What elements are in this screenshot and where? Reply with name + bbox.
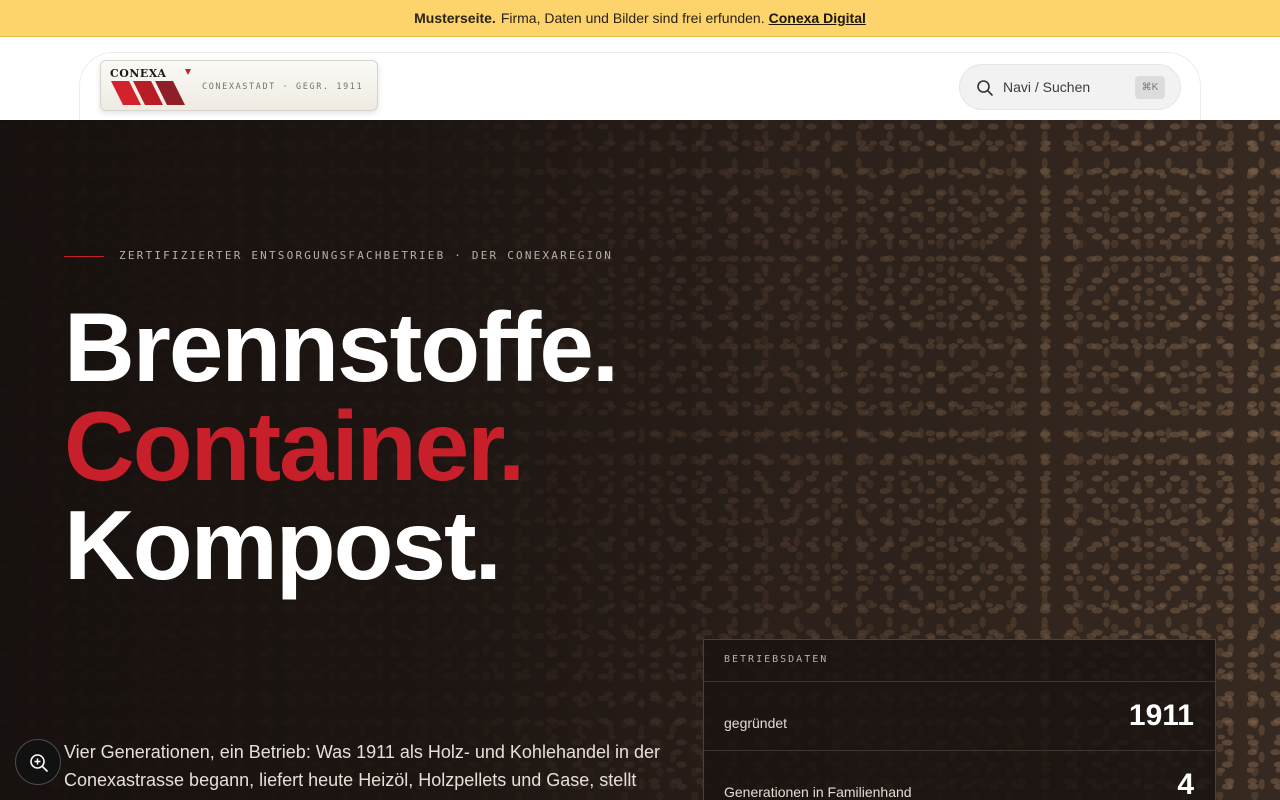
facts-value: 1911: [1128, 699, 1194, 732]
eyebrow-line: [64, 256, 104, 257]
search-placeholder: Navi / Suchen: [1003, 79, 1091, 95]
facts-title: BETRIEBSDATEN: [724, 654, 829, 665]
headline-line-1: Brennstoffe.: [64, 292, 619, 402]
facts-label: Generationen in Familienhand: [724, 784, 912, 800]
demo-banner: Musterseite. Firma, Daten und Bilder sin…: [0, 0, 1280, 37]
facts-card: BETRIEBSDATEN gegründet 1911 Generatione…: [703, 639, 1216, 800]
banner-link[interactable]: Conexa Digital: [769, 10, 866, 26]
headline-line-2: Container.: [64, 391, 525, 501]
facts-value: 4: [1177, 768, 1194, 800]
facts-row: gegründet 1911: [704, 681, 1215, 750]
banner-text: Firma, Daten und Bilder sind frei erfund…: [500, 10, 765, 26]
logo-mark-icon: [111, 81, 185, 105]
search-shortcut: ⌘K: [1135, 76, 1165, 99]
hero-section: ZERTIFIZIERTER ENTSORGUNGSFACHBETRIEB · …: [0, 120, 1280, 800]
logo-tagline: CONEXASTADT · GEGR. 1911: [202, 82, 364, 92]
hero-headline: Brennstoffe. Container. Kompost.: [64, 292, 619, 600]
logo-word: CONEXA: [110, 67, 167, 80]
hero-intro: Vier Generationen, ein Betrieb: Was 1911…: [64, 742, 661, 790]
banner-bold: Musterseite.: [414, 10, 496, 26]
headline-line-3: Kompost.: [64, 490, 502, 600]
logo-triangle-icon: [185, 69, 191, 75]
logo[interactable]: CONEXA CONEXASTADT · GEGR. 1911: [100, 60, 378, 111]
search-icon: [977, 80, 993, 96]
facts-label: gegründet: [724, 715, 788, 731]
zoom-button[interactable]: [15, 739, 61, 785]
zoom-in-icon: [30, 754, 48, 772]
search-field[interactable]: Navi / Suchen ⌘K: [959, 64, 1181, 110]
facts-row: Generationen in Familienhand 4: [704, 750, 1215, 800]
hero-eyebrow: ZERTIFIZIERTER ENTSORGUNGSFACHBETRIEB · …: [119, 249, 614, 262]
